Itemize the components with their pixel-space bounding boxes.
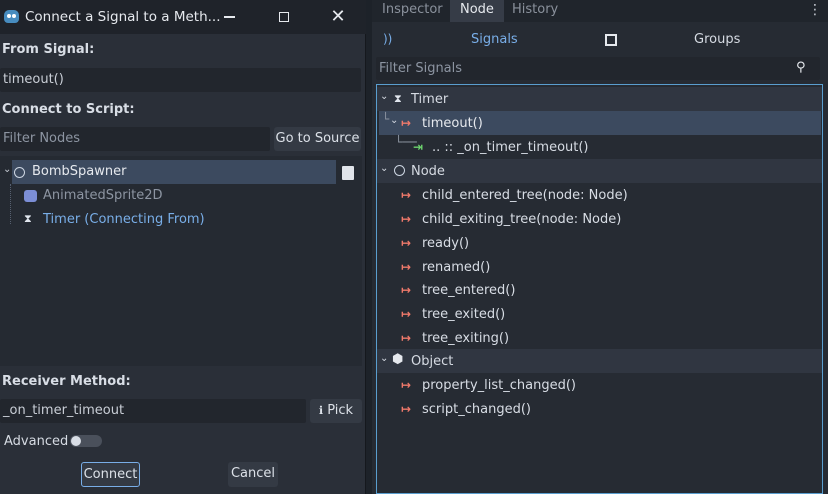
- hourglass-icon: ⧗: [24, 212, 32, 225]
- close-icon: ✕: [330, 6, 346, 27]
- connect-to-script-label: Connect to Script:: [2, 102, 135, 117]
- script-icon[interactable]: [342, 166, 354, 180]
- tree-guide-line: [10, 184, 11, 224]
- chevron-down-icon[interactable]: ⌄: [380, 353, 388, 364]
- signal-row[interactable]: tree_entered(): [422, 283, 515, 298]
- signal-icon: ↦: [401, 260, 412, 274]
- connection-label[interactable]: .. :: _on_timer_timeout(): [432, 140, 589, 155]
- tab-inspector[interactable]: Inspector: [372, 0, 453, 22]
- signal-icon: ↦: [401, 188, 412, 202]
- minimize-button[interactable]: [218, 6, 242, 28]
- category-label: Node: [411, 164, 445, 179]
- maximize-icon: [279, 12, 289, 22]
- signal-row[interactable]: child_exiting_tree(node: Node): [422, 212, 621, 227]
- tree-item-label[interactable]: AnimatedSprite2D: [43, 188, 163, 203]
- signal-row[interactable]: child_entered_tree(node: Node): [422, 188, 628, 203]
- pick-label: Pick: [327, 403, 354, 418]
- advanced-label: Advanced: [4, 434, 69, 449]
- dock-menu-icon[interactable]: ⋮: [808, 2, 822, 18]
- signal-icon: ↦: [401, 116, 412, 130]
- connect-button[interactable]: Connect: [81, 462, 140, 487]
- animated-sprite-icon: [24, 190, 37, 202]
- signal-icon: ↦: [401, 236, 412, 250]
- chevron-down-icon[interactable]: ⌄: [3, 164, 11, 175]
- signal-icon: ↦: [401, 283, 412, 297]
- dialog-titlebar: Connect a Signal to a Meth... ✕: [0, 0, 366, 34]
- node-circle-icon: [14, 167, 25, 178]
- signal-row[interactable]: ready(): [422, 236, 469, 251]
- signal-icon: ↦: [401, 307, 412, 321]
- signal-icon: ↦: [401, 378, 412, 392]
- signal-icon: ↦: [401, 212, 412, 226]
- dialog-title: Connect a Signal to a Meth...: [25, 9, 221, 25]
- scene-tree: ⌄ BombSpawner AnimatedSprite2D ⧗ Timer (…: [0, 156, 362, 366]
- groups-icon: [605, 34, 617, 46]
- groups-tab[interactable]: Groups: [694, 32, 740, 47]
- tab-node[interactable]: Node: [450, 0, 504, 22]
- signal-row[interactable]: renamed(): [422, 260, 490, 275]
- from-signal-label: From Signal:: [2, 42, 95, 57]
- signal-row[interactable]: tree_exited(): [422, 307, 505, 322]
- node-dock: Inspector Node History ⋮ )) Signals Grou…: [372, 0, 828, 494]
- signal-icon: ↦: [401, 331, 412, 345]
- receiver-method-input[interactable]: _on_timer_timeout: [0, 399, 306, 423]
- from-signal-field: timeout(): [0, 68, 361, 92]
- connection-icon: ⇥: [413, 140, 424, 154]
- close-button[interactable]: ✕: [326, 6, 350, 28]
- object-cube-icon: ⬢: [392, 352, 404, 367]
- cancel-button[interactable]: Cancel: [228, 462, 278, 487]
- hourglass-icon: ⧗: [394, 92, 402, 105]
- filter-signals-input[interactable]: Filter Signals: [376, 57, 820, 80]
- maximize-button[interactable]: [272, 6, 296, 28]
- connect-signal-dialog: Connect a Signal to a Meth... ✕ From Sig…: [0, 0, 366, 494]
- chevron-down-icon[interactable]: ⌄: [390, 115, 398, 126]
- advanced-toggle[interactable]: [70, 435, 102, 447]
- signal-row[interactable]: property_list_changed(): [422, 378, 576, 393]
- chevron-down-icon[interactable]: ⌄: [380, 163, 388, 174]
- tree-branch-icon: └: [382, 112, 390, 126]
- receiver-method-label: Receiver Method:: [2, 374, 131, 389]
- pick-button[interactable]: ℹ Pick: [310, 399, 362, 423]
- chevron-down-icon[interactable]: ⌄: [380, 91, 388, 102]
- go-to-source-button[interactable]: Go to Source: [274, 127, 361, 151]
- signal-label: timeout(): [422, 116, 483, 131]
- signals-icon: )): [383, 32, 393, 46]
- tree-item-label[interactable]: Timer (Connecting From): [43, 212, 205, 227]
- signal-row[interactable]: script_changed(): [422, 402, 531, 417]
- search-icon: ⚲: [796, 60, 806, 75]
- node-circle-icon: [394, 165, 405, 176]
- filter-nodes-input[interactable]: Filter Nodes: [0, 127, 270, 151]
- godot-logo-icon: [4, 10, 19, 23]
- category-label: Object: [411, 354, 454, 369]
- info-icon: ℹ: [318, 404, 324, 417]
- signal-icon: ↦: [401, 402, 412, 416]
- tree-item-label: BombSpawner: [32, 164, 127, 179]
- signals-tree: ⌄ ⧗ Timer └ ⌄ ↦ timeout() └── ⇥ .. :: _o…: [376, 84, 823, 494]
- signals-tab[interactable]: Signals: [471, 32, 518, 47]
- category-label: Timer: [411, 92, 449, 107]
- minimize-icon: [224, 16, 235, 18]
- signal-row[interactable]: tree_exiting(): [422, 331, 509, 346]
- tab-history[interactable]: History: [502, 0, 568, 22]
